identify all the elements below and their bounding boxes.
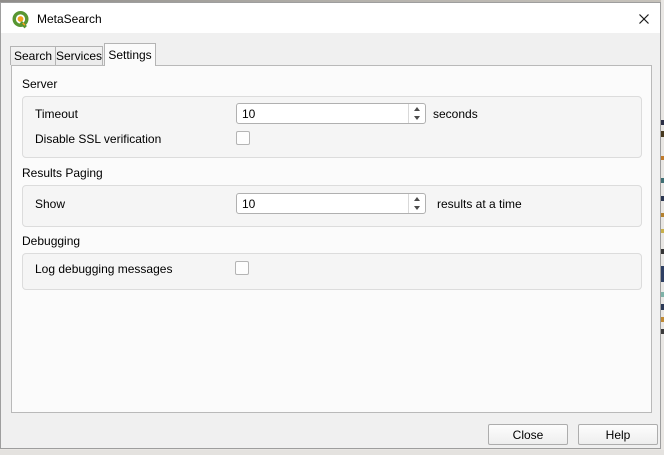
close-window-button[interactable] xyxy=(629,7,659,33)
group-title-debugging: Debugging xyxy=(22,234,80,248)
timeout-spinbox-down-button[interactable] xyxy=(409,114,425,124)
group-title-server: Server xyxy=(22,77,57,91)
tab-search[interactable]: Search xyxy=(10,46,56,65)
qgis-logo-icon xyxy=(11,10,30,29)
spin-down-icon xyxy=(414,116,420,120)
show-spinbox xyxy=(236,193,426,214)
log-debugging-checkbox[interactable] xyxy=(235,261,249,275)
help-button[interactable]: Help xyxy=(578,424,658,445)
timeout-label: Timeout xyxy=(35,107,78,121)
close-icon xyxy=(638,13,650,28)
tab-settings[interactable]: Settings xyxy=(104,43,156,66)
spin-down-icon xyxy=(414,206,420,210)
desktop-background-bottom xyxy=(0,450,664,455)
show-spinbox-down-button[interactable] xyxy=(409,204,425,214)
spin-up-icon xyxy=(414,107,420,111)
log-debugging-label: Log debugging messages xyxy=(35,262,172,276)
tab-services[interactable]: Services xyxy=(55,46,103,65)
show-suffix-label: results at a time xyxy=(437,197,522,211)
tab-search-label: Search xyxy=(14,49,52,63)
show-spinbox-up-button[interactable] xyxy=(409,194,425,204)
metasearch-dialog-screen: MetaSearch Search Services Settings Serv… xyxy=(0,0,664,455)
show-spinbox-input[interactable] xyxy=(237,194,410,213)
timeout-spinbox-up-button[interactable] xyxy=(409,104,425,114)
window-title: MetaSearch xyxy=(37,12,102,26)
timeout-spinbox xyxy=(236,103,426,124)
title-bar: MetaSearch xyxy=(1,3,660,33)
close-button[interactable]: Close xyxy=(488,424,568,445)
disable-ssl-checkbox[interactable] xyxy=(236,131,250,145)
show-label: Show xyxy=(35,197,65,211)
timeout-suffix-label: seconds xyxy=(433,107,478,121)
timeout-spinbox-buttons xyxy=(408,104,425,123)
tab-settings-label: Settings xyxy=(108,48,151,62)
group-title-results-paging: Results Paging xyxy=(22,166,103,180)
timeout-spinbox-input[interactable] xyxy=(237,104,410,123)
spin-up-icon xyxy=(414,197,420,201)
disable-ssl-label: Disable SSL verification xyxy=(35,132,161,146)
show-spinbox-buttons xyxy=(408,194,425,213)
tab-services-label: Services xyxy=(56,49,102,63)
